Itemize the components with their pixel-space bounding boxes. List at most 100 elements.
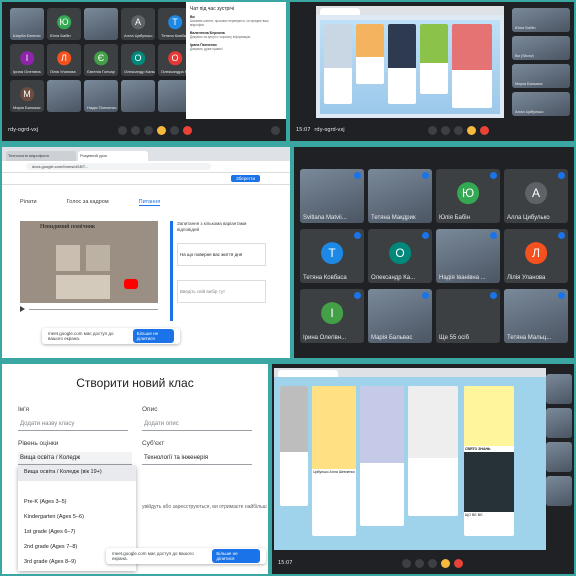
padlet-card[interactable] — [280, 386, 308, 506]
video-player[interactable]: Невидимий помічник — [20, 221, 158, 303]
participant-name: Євгенія Гончар — [87, 69, 115, 74]
avatar: О — [131, 51, 145, 66]
mic-status-icon — [558, 292, 565, 299]
avatar: Ю — [457, 182, 479, 205]
browser-tabs — [274, 368, 546, 377]
browser-tabs: Технологія мікрофона Розумний урок — [2, 147, 290, 161]
padlet-card[interactable] — [452, 24, 492, 108]
padlet-card[interactable] — [408, 386, 458, 516]
screen-share-banner: meet.google.com має доступ до вашого екр… — [106, 548, 266, 564]
answer-input[interactable]: Введіть свій вибір тут — [177, 280, 266, 303]
participant-tile: Тетяна Макдрик — [368, 169, 432, 223]
present-button[interactable] — [427, 558, 437, 568]
address-bar[interactable]: docs.google.com/forms/d/1BT... — [2, 161, 290, 173]
tab-padlet[interactable] — [320, 8, 360, 15]
avatar: Л — [525, 242, 547, 265]
participant-tile — [84, 8, 118, 40]
mic-button[interactable] — [401, 558, 411, 568]
camera-button[interactable] — [414, 558, 424, 568]
camera-button[interactable] — [130, 125, 140, 135]
mic-button[interactable] — [427, 125, 437, 135]
level-option[interactable]: Pre-K (Ages 3–5) — [18, 496, 136, 511]
share-banner-text: meet.google.com має доступ до вашого екр… — [112, 551, 194, 561]
participant-tile: Шарба Євгенія — [10, 8, 44, 40]
tab-questions[interactable]: Питання — [138, 199, 161, 206]
participant-tile: І Ірина Олегівна — [10, 44, 44, 76]
padlet-board — [320, 20, 500, 114]
avatar: А — [525, 182, 547, 205]
description-input[interactable]: Додати опис — [142, 418, 252, 431]
class-name-input[interactable]: Додати назву класу — [18, 418, 128, 431]
shared-screen: Цибулько Алла Шевченко СВЯТО ЗНАНЬ ЩО ВЄ… — [274, 368, 546, 550]
meeting-code: rdy-ogrd-vxj — [314, 127, 345, 133]
padlet-card[interactable] — [360, 386, 404, 526]
participant-tile: Ю Юлія Бабін — [436, 169, 500, 223]
level-option[interactable] — [18, 481, 136, 496]
present-button[interactable] — [453, 125, 463, 135]
leave-call-button[interactable] — [479, 125, 489, 135]
padlet-card[interactable]: Цибулько Алла Шевченко — [312, 386, 356, 536]
classroom-panel: Створити новий клас Ім'я Додати назву кл… — [0, 362, 270, 576]
question-editor: Запитання з кількома варіантами відповід… — [170, 221, 266, 321]
level-option[interactable]: 1st grade (Ages 6–7) — [18, 526, 136, 541]
browser-tab-2[interactable]: Розумний урок — [78, 151, 148, 161]
stop-sharing-button[interactable]: Більше не ділитися — [132, 329, 174, 343]
play-icon[interactable] — [124, 279, 138, 289]
participant-tile: Ю Юлія Бабін — [47, 8, 81, 40]
leave-call-button[interactable] — [453, 558, 463, 568]
level-select[interactable]: Вища освіта / Коледж — [18, 452, 132, 465]
form-hint: увійдуть або зареєструються, ви отримаєт… — [142, 504, 267, 510]
participant-name: Ірина Олегівна — [13, 69, 41, 74]
padlet-card[interactable] — [324, 24, 352, 104]
reaction-button[interactable] — [440, 558, 450, 568]
name-label: Ім'я — [18, 406, 30, 413]
padlet-card[interactable] — [388, 24, 416, 104]
leave-call-button[interactable] — [182, 125, 192, 135]
participant-tile: Надія Панченко — [84, 80, 118, 112]
tab-padlet[interactable] — [278, 370, 338, 377]
tab-rilaty[interactable]: Рілати — [20, 199, 37, 206]
reaction-button[interactable] — [156, 125, 166, 135]
more-button[interactable] — [169, 125, 179, 135]
padlet-card[interactable]: СВЯТО ЗНАНЬ ЩО ВЄ ВЄ — [464, 386, 514, 536]
avatar: Т — [168, 15, 182, 30]
video-tabs: Рілати Голос за кадром Питання — [20, 199, 161, 206]
stop-sharing-button[interactable]: Більше не ділитися — [212, 549, 260, 563]
participant-tile: М Марія Бальвас — [10, 80, 44, 112]
side-participants — [546, 374, 572, 506]
padlet-card[interactable] — [356, 24, 384, 84]
participant-tile — [546, 408, 572, 438]
level-option[interactable]: Kindergarten (Ages 5–6) — [18, 511, 136, 526]
meeting-time: 15:07 — [296, 127, 311, 133]
avatar: Є — [94, 51, 108, 66]
tab-voiceover[interactable]: Голос за кадром — [67, 199, 109, 206]
meeting-code: rdy-ogrd-vxj — [8, 127, 39, 133]
participant-tile — [546, 476, 572, 506]
participant-name: Марія Бальвас — [515, 81, 543, 86]
participant-tile: О Олександр Кальний — [121, 44, 155, 76]
participant-tile — [47, 80, 81, 112]
level-option[interactable]: Вища освіта / Коледж (вік 19+) — [18, 466, 136, 481]
reaction-button[interactable] — [466, 125, 476, 135]
mic-status-icon — [354, 232, 361, 239]
save-button[interactable]: Зберегти — [231, 175, 260, 182]
question-text[interactable]: На що поверне вас життя дня — [177, 243, 266, 266]
chat-panel: Чат під час зустрічі Ви Шановні колеги, п… — [186, 2, 286, 119]
mic-button[interactable] — [117, 125, 127, 135]
participant-name: Svitlana Matvii... — [303, 215, 347, 221]
present-button[interactable] — [143, 125, 153, 135]
participant-name: Алла Цибулько — [124, 33, 153, 38]
meet-panel-1: Шарба Євгенія Ю Юлія Бабін А Алла Цибулько Т Т… — [0, 0, 288, 143]
play-button[interactable] — [20, 306, 25, 312]
chat-button[interactable] — [271, 125, 281, 135]
participant-name: Ще 55 осіб — [439, 335, 470, 341]
subject-input[interactable]: Технології та інженерія — [142, 452, 252, 465]
camera-button[interactable] — [440, 125, 450, 135]
browser-tab-1[interactable]: Технологія мікрофона — [6, 151, 76, 161]
participant-tile: Т Тетяна Ковбаса — [300, 229, 364, 283]
participant-tile: Ви (Show) — [512, 36, 570, 60]
participant-name: Лілія Уланова — [507, 275, 546, 281]
progress-bar[interactable] — [29, 308, 158, 310]
padlet-card[interactable] — [420, 24, 448, 94]
participant-name: Лілія Уланова — [50, 69, 76, 74]
